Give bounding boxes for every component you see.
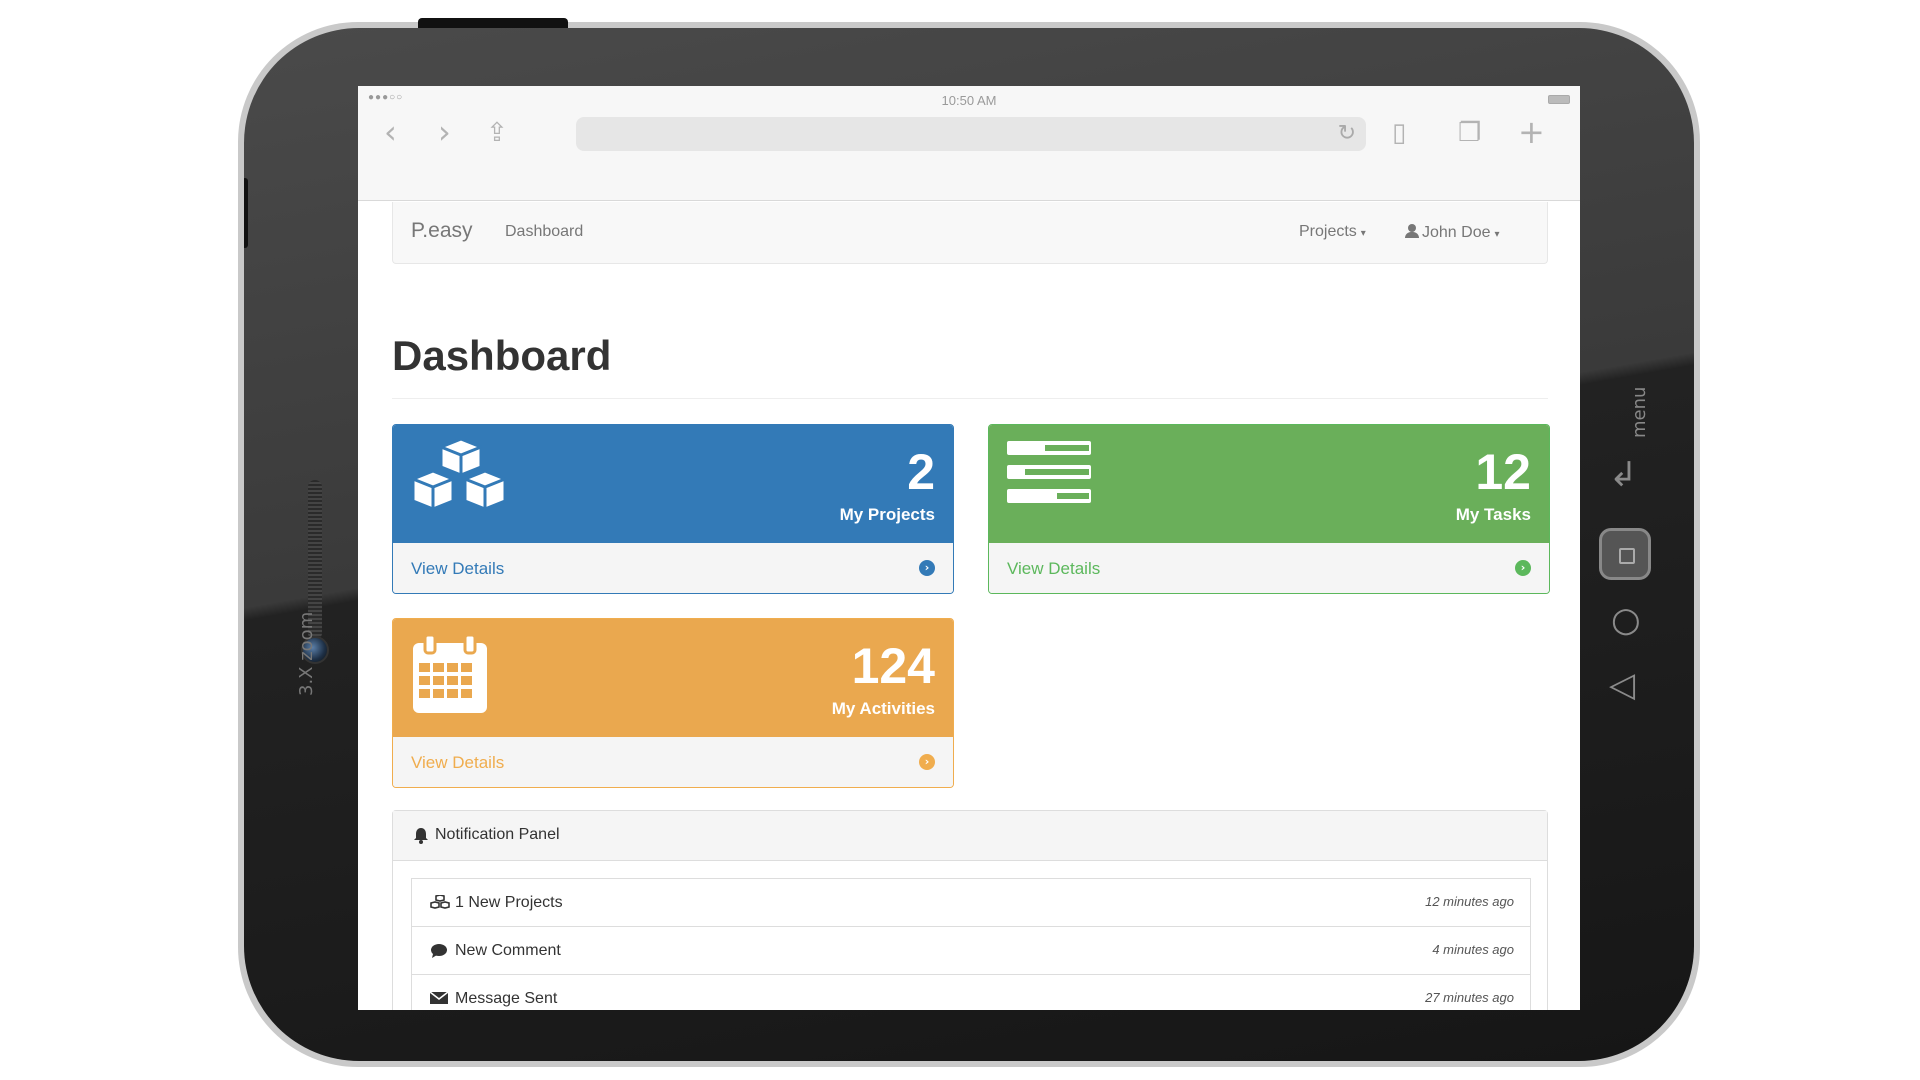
back-icon: ◁ — [1609, 665, 1636, 705]
view-details-link[interactable]: View Details — [411, 559, 504, 579]
arrow-right-icon: › — [919, 560, 935, 576]
projects-count: 2 — [907, 444, 935, 500]
forward-arrow-icon[interactable]: › — [438, 116, 451, 148]
bookmarks-icon[interactable]: ▯ — [1392, 120, 1406, 146]
card-header: 2 My Projects — [393, 425, 953, 543]
view-details-link[interactable]: View Details — [1007, 559, 1100, 579]
reload-icon[interactable]: ↻ — [1338, 121, 1356, 146]
notification-text: New Comment — [455, 942, 561, 959]
list-item[interactable]: Message Sent 27 minutes ago — [411, 974, 1531, 1010]
activities-view-details[interactable]: View Details › — [393, 737, 953, 787]
tasks-count: 12 — [1475, 444, 1531, 500]
arrow-right-icon: › — [1515, 560, 1531, 576]
list-item[interactable]: 1 New Projects 12 minutes ago — [411, 878, 1531, 927]
menu-label: menu — [1629, 386, 1650, 438]
card-header: 124 My Activities — [393, 619, 953, 737]
search-icon: ○ — [1611, 600, 1641, 640]
title-divider — [392, 398, 1548, 399]
projects-view-details[interactable]: View Details › — [393, 543, 953, 593]
home-button — [1599, 528, 1651, 580]
activities-count: 124 — [851, 638, 935, 694]
new-tab-icon[interactable]: + — [1518, 116, 1545, 148]
tasks-label: My Tasks — [1455, 505, 1531, 524]
comment-icon — [431, 944, 447, 958]
user-icon — [1405, 224, 1419, 238]
url-bar[interactable]: ↻ — [576, 117, 1366, 151]
projects-label: My Projects — [839, 505, 935, 524]
panel-title: Notification Panel — [435, 826, 560, 843]
notification-time: 27 minutes ago — [1425, 990, 1514, 1005]
user-dropdown-label: John Doe — [1422, 224, 1491, 241]
card-header: 12 My Tasks — [989, 425, 1549, 543]
zoom-label: 3.X zoom — [296, 611, 317, 696]
notification-panel: Notification Panel 1 New Projects 12 min… — [392, 810, 1548, 1010]
view-details-link[interactable]: View Details — [411, 753, 504, 773]
activities-label: My Activities — [831, 699, 935, 718]
caret-down-icon: ▾ — [1494, 229, 1500, 240]
share-icon[interactable]: ⇪ — [486, 120, 508, 146]
notification-list: 1 New Projects 12 minutes ago New Commen… — [411, 878, 1531, 1010]
return-icon: ↲ — [1609, 455, 1638, 495]
cubes-icon — [411, 439, 507, 511]
browser-chrome: ●●●○○ 10:50 AM ‹ › ⇪ ↻ ▯ ❐ + — [358, 86, 1580, 201]
power-button — [418, 18, 568, 28]
projects-dropdown-label: Projects — [1299, 223, 1357, 240]
bell-icon — [414, 828, 428, 844]
list-item[interactable]: New Comment 4 minutes ago — [411, 926, 1531, 975]
caret-down-icon: ▾ — [1360, 228, 1366, 239]
nav-dashboard-link[interactable]: Dashboard — [505, 223, 583, 241]
calendar-icon — [413, 633, 487, 713]
tabs-icon[interactable]: ❐ — [1458, 120, 1481, 146]
tablet-screen: ●●●○○ 10:50 AM ‹ › ⇪ ↻ ▯ ❐ + P.easy Dash… — [358, 86, 1580, 1010]
status-time: 10:50 AM — [941, 93, 997, 108]
battery-icon — [1548, 95, 1570, 104]
arrow-right-icon: › — [919, 754, 935, 770]
user-dropdown[interactable]: John Doe ▾ — [1405, 223, 1500, 242]
notification-text: Message Sent — [455, 990, 558, 1007]
panel-heading: Notification Panel — [393, 811, 1547, 861]
tasks-icon — [1007, 441, 1091, 503]
cubes-icon — [430, 895, 450, 909]
notification-time: 12 minutes ago — [1425, 894, 1514, 909]
back-arrow-icon[interactable]: ‹ — [384, 116, 397, 148]
projects-dropdown[interactable]: Projects ▾ — [1299, 223, 1366, 241]
page-title: Dashboard — [392, 332, 612, 379]
notification-time: 4 minutes ago — [1432, 942, 1514, 957]
navbar: P.easy Dashboard Projects ▾ John Doe ▾ — [392, 202, 1548, 264]
status-bar: ●●●○○ 10:50 AM — [358, 86, 1580, 110]
tasks-card: 12 My Tasks View Details › — [988, 424, 1550, 594]
tasks-view-details[interactable]: View Details › — [989, 543, 1549, 593]
volume-button — [244, 178, 248, 248]
projects-card: 2 My Projects View Details › — [392, 424, 954, 594]
notification-text: 1 New Projects — [455, 894, 563, 911]
brand-logo[interactable]: P.easy — [411, 219, 473, 243]
activities-card: 124 My Activities View Details › — [392, 618, 954, 788]
envelope-icon — [430, 991, 448, 1004]
